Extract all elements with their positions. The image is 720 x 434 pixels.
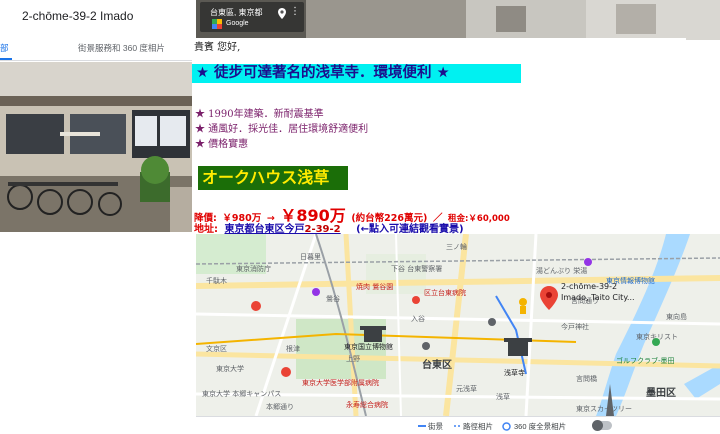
toggle-knob [592, 420, 603, 431]
map-label: 東京スカイツリー [576, 405, 632, 413]
map-label: 浅草 [496, 393, 510, 401]
pin-label-2: Imado, Taito City... [561, 293, 635, 302]
map-label: 言問橋 [576, 375, 597, 383]
map-label: 東京国立博物館 [344, 343, 393, 351]
map-legend-bar: 街景 路徑相片 360 度全景相片 [196, 416, 720, 434]
street-view-info-box: 台東區, 東京都 Google ⋮ [200, 2, 304, 32]
google-maps-icon [212, 19, 222, 29]
address-row: 地址: 東京都台東区今戸2-39-2 (←點入可連結觀看實景) [194, 220, 464, 235]
greeting: 貴賓 您好, [194, 42, 241, 53]
listing-content: 貴賓 您好, ★ 徒步可達著名的浅草寺．環境便利 ★ ★ 1990年建築．新耐震… [192, 38, 686, 235]
map-label: 東京大学 本郷キャンパス [202, 390, 282, 398]
google-brand-label: Google [226, 20, 249, 27]
map-label: 東向島 [666, 313, 687, 321]
map-label: 日暮里 [300, 253, 321, 261]
map-label: 上野 [346, 355, 360, 363]
active-tab-indicator [0, 58, 12, 60]
legend-360-photos: 360 度全景相片 [514, 422, 567, 431]
map-label: 東京消防庁 [236, 265, 271, 273]
map-label: 根津 [286, 345, 300, 353]
map-label: 入谷 [411, 315, 425, 323]
map-label: 台東区 [422, 360, 452, 371]
tab-street-view-360[interactable]: 街景服務和 360 度相片 [78, 42, 165, 54]
tab-bar: 部 街景服務和 360 度相片 [0, 36, 196, 61]
place-title: 2-chōme-39-2 Imado [22, 9, 134, 23]
headline: ★ 徒步可達著名的浅草寺．環境便利 ★ [196, 65, 450, 81]
map-label: 永寿総合病院 [346, 401, 388, 409]
map-label: ゴルフクラブ-墨田 [616, 357, 675, 365]
map-label: 東京大学医学部附属病院 [302, 379, 379, 387]
map-label: 浅草寺 [504, 369, 525, 377]
more-options-icon[interactable]: ⋮ [290, 7, 300, 17]
map-label: 元浅草 [456, 385, 477, 393]
map-label: 三ノ輪 [446, 243, 467, 251]
map-label: 墨田区 [646, 388, 676, 399]
panorama-360-icon [502, 422, 511, 431]
legend-route-photos: 路徑相片 [463, 422, 493, 431]
map-label: 千駄木 [206, 277, 227, 285]
map-label: 東京キリスト [636, 333, 678, 341]
feature-item: ★ 1990年建築．新耐震基準 [195, 109, 324, 120]
map-label: 湯どんぶり 栄湯 [536, 267, 588, 275]
map-label: 東京大学 [216, 365, 244, 373]
map-label: 下谷 台東警察署 [391, 265, 443, 273]
tab-photos[interactable]: 部 [0, 42, 9, 54]
place-panel: 2-chōme-39-2 Imado 部 街景服務和 360 度相片 [0, 0, 196, 232]
map-label: 焼肉 鶯谷園 [356, 283, 394, 291]
legend-street: 街景 [428, 422, 443, 431]
map-label: 区立台東病院 [424, 289, 466, 297]
building-name: オークハウス浅草 [202, 168, 330, 187]
map-view[interactable]: 三ノ輪 日暮里 下谷 台東警察署 東京消防庁 湯どんぶり 栄湯 東京情報博物館 … [196, 234, 720, 434]
layer-toggle[interactable] [592, 420, 612, 431]
pin-label-1: 2-chōme-39-2 [561, 282, 618, 291]
location-pin-icon[interactable] [278, 8, 286, 19]
street-line-icon [418, 425, 426, 427]
map-label: 鶯谷 [326, 295, 340, 303]
map-label: 本郷通り [266, 403, 294, 411]
map-label: 文京区 [206, 345, 227, 353]
feature-item: ★ 通風好．採光佳．居住環境舒適便利 [195, 124, 369, 135]
feature-item: ★ 價格實惠 [195, 139, 249, 150]
dotted-line-icon [454, 425, 460, 427]
map-label: 今戸神社 [561, 323, 589, 331]
street-view-address: 台東區, 東京都 [210, 8, 263, 17]
building-photo[interactable] [0, 62, 196, 232]
